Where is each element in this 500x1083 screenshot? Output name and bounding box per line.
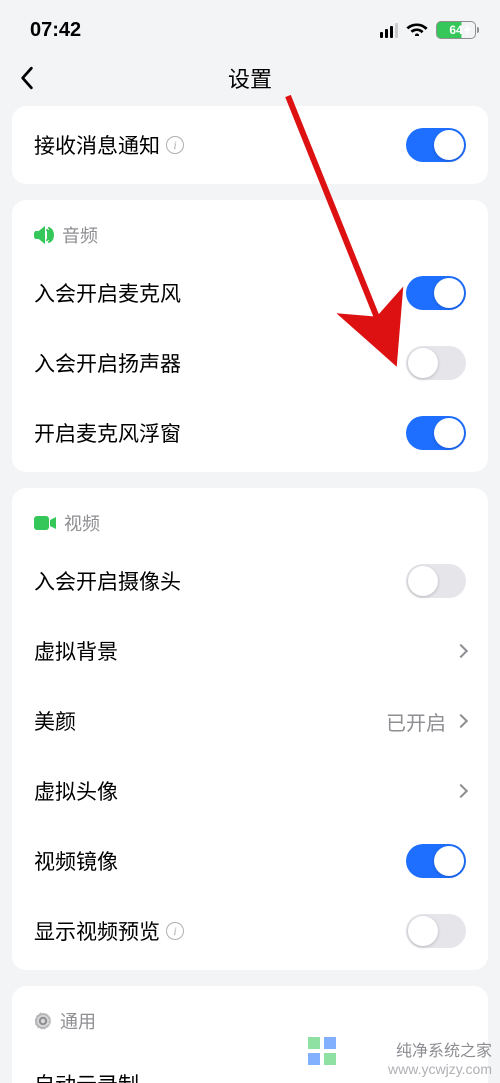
chevron-right-icon: [454, 714, 468, 728]
row-label: 虚拟背景: [34, 636, 118, 666]
row-label: 自动云录制: [34, 1069, 139, 1083]
speaker-icon: [34, 226, 54, 244]
toggle-cam-on-join[interactable]: [406, 564, 466, 598]
watermark-url: www.ycwjzy.com: [312, 1061, 492, 1077]
gear-icon: [34, 1012, 52, 1030]
status-bar: 07:42 64: [0, 0, 500, 50]
row-speaker-on-join[interactable]: 入会开启扬声器: [12, 328, 488, 398]
toggle-preview[interactable]: [406, 914, 466, 948]
cellular-signal-icon: [380, 23, 398, 38]
camera-icon: [34, 515, 56, 531]
info-icon[interactable]: i: [166, 922, 184, 940]
row-label: 入会开启扬声器: [34, 348, 181, 378]
toggle-receive-notifications[interactable]: [406, 128, 466, 162]
watermark: 纯净系统之家 www.ycwjzy.com: [312, 1037, 492, 1077]
section-header-audio: 音频: [12, 204, 488, 258]
row-label: 虚拟头像: [34, 776, 118, 806]
card-audio: 音频 入会开启麦克风 入会开启扬声器 开启麦克风浮窗: [12, 200, 488, 472]
row-value: 已开启: [386, 707, 446, 736]
status-time: 07:42: [30, 19, 81, 42]
row-label: 显示视频预览: [34, 916, 160, 946]
row-preview[interactable]: 显示视频预览 i: [12, 896, 488, 966]
wifi-icon: [406, 20, 428, 41]
row-virtual-bg[interactable]: 虚拟背景: [12, 616, 488, 686]
row-label: 美颜: [34, 706, 76, 736]
toggle-speaker-on-join[interactable]: [406, 346, 466, 380]
section-title: 视频: [64, 510, 100, 536]
battery-pct: 64: [449, 23, 462, 37]
card-video: 视频 入会开启摄像头 虚拟背景 美颜 已开启 虚拟头像 视频镜像 显示视: [12, 488, 488, 970]
toggle-mirror[interactable]: [406, 844, 466, 878]
row-label: 视频镜像: [34, 846, 118, 876]
section-title: 音频: [62, 222, 98, 248]
row-mirror[interactable]: 视频镜像: [12, 826, 488, 896]
section-header-video: 视频: [12, 492, 488, 546]
status-icons: 64: [380, 20, 476, 41]
row-label: 开启麦克风浮窗: [34, 418, 181, 448]
chevron-right-icon: [454, 644, 468, 658]
battery-indicator: 64: [436, 21, 476, 39]
section-header-general: 通用: [12, 990, 488, 1044]
row-beauty[interactable]: 美颜 已开启: [12, 686, 488, 756]
row-cam-on-join[interactable]: 入会开启摄像头: [12, 546, 488, 616]
row-label: 入会开启摄像头: [34, 566, 181, 596]
section-title: 通用: [60, 1008, 96, 1034]
back-button[interactable]: [20, 50, 64, 106]
row-label: 接收消息通知: [34, 130, 160, 160]
row-mic-on-join[interactable]: 入会开启麦克风: [12, 258, 488, 328]
row-mic-float[interactable]: 开启麦克风浮窗: [12, 398, 488, 468]
toggle-mic-on-join[interactable]: [406, 276, 466, 310]
card-notifications: 接收消息通知 i: [12, 106, 488, 184]
settings-content: 接收消息通知 i 音频 入会开启麦克风 入会开启扬声器 开启麦克风浮窗: [0, 106, 500, 1083]
row-label: 入会开启麦克风: [34, 278, 181, 308]
page-header: 设置: [0, 50, 500, 106]
row-receive-notifications[interactable]: 接收消息通知 i: [12, 110, 488, 180]
page-title: 设置: [228, 62, 272, 94]
chevron-right-icon: [454, 784, 468, 798]
info-icon[interactable]: i: [166, 136, 184, 154]
chevron-left-icon: [20, 66, 34, 90]
watermark-brand: 纯净系统之家: [396, 1043, 492, 1060]
row-virtual-avatar[interactable]: 虚拟头像: [12, 756, 488, 826]
toggle-mic-float[interactable]: [406, 416, 466, 450]
battery-charging-icon: [464, 24, 472, 36]
